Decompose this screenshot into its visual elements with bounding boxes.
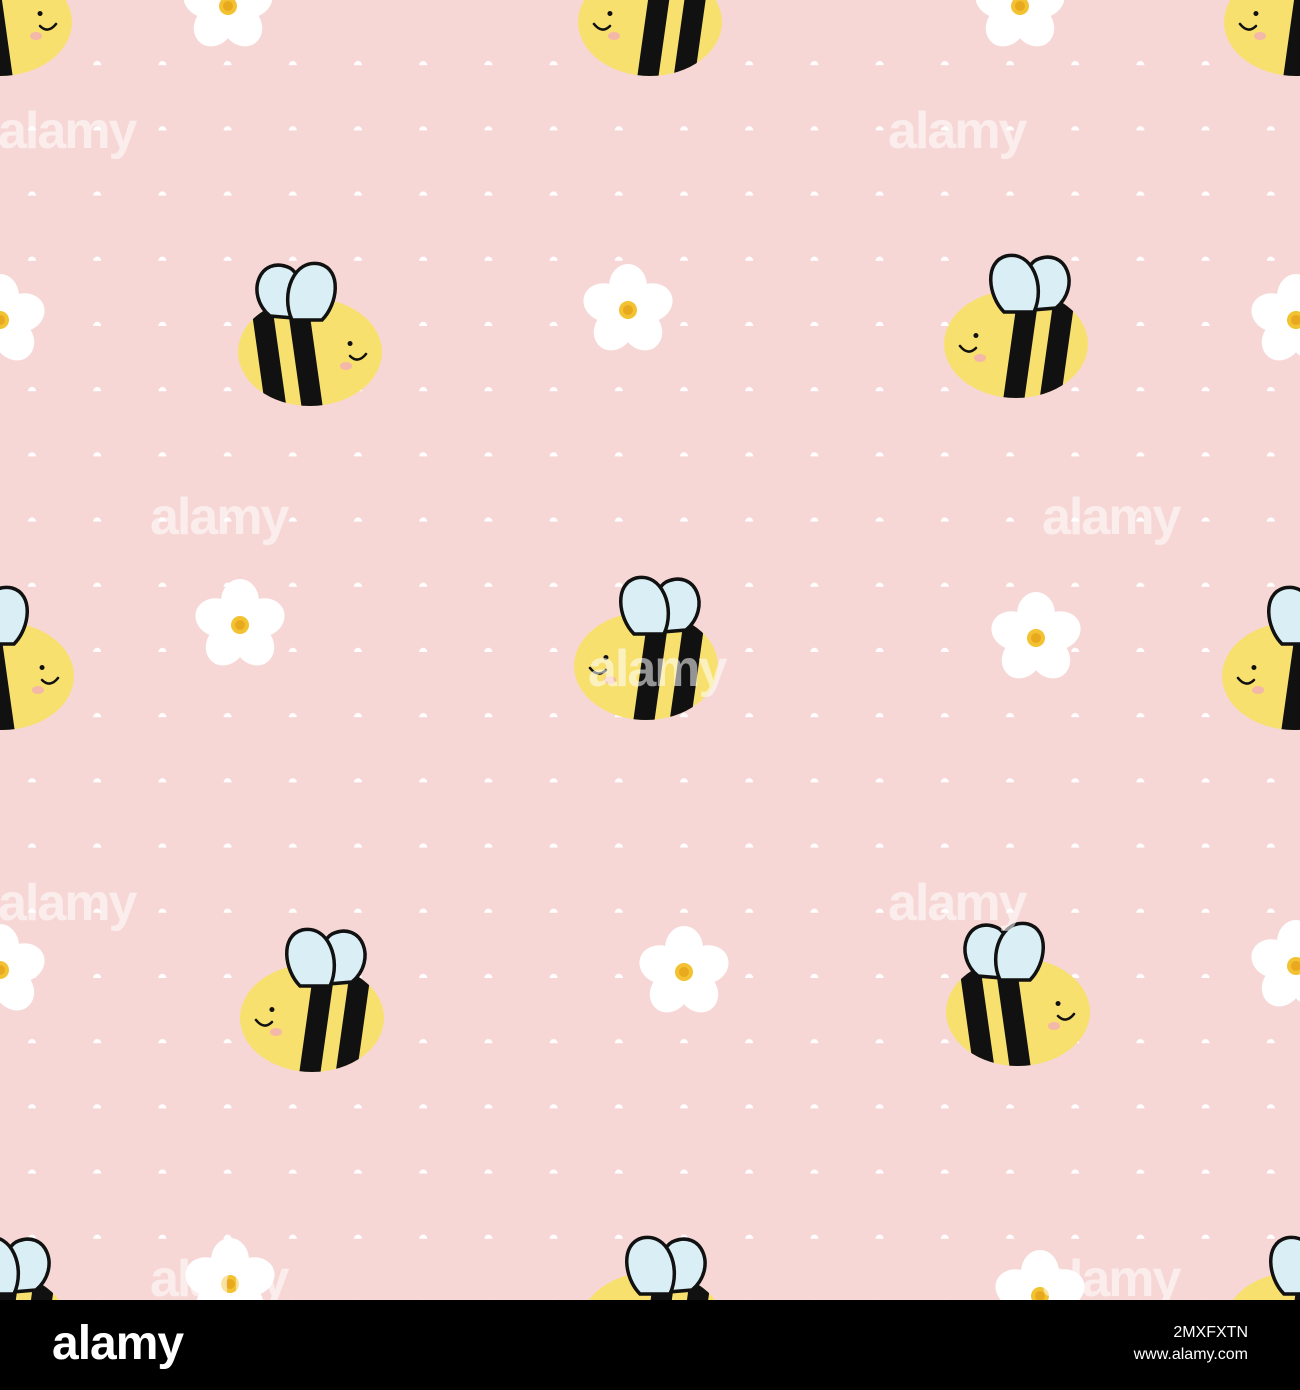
- pattern-svg: alamy alamy alamy alamy alamy alamy alam…: [0, 0, 1300, 1300]
- watermark-text: alamy: [150, 488, 290, 546]
- watermark-text: alamy: [0, 874, 138, 932]
- watermark-text: alamy: [588, 640, 728, 698]
- watermark-text: alamy: [888, 874, 1028, 932]
- watermark-text: alamy: [0, 102, 138, 160]
- image-id: 2MXFXTN: [1173, 1324, 1248, 1341]
- watermark-text: alamy: [888, 102, 1028, 160]
- watermark-text: alamy: [1042, 1250, 1182, 1300]
- image-url: www.alamy.com: [1133, 1346, 1248, 1363]
- alamy-logo: alamy: [52, 1317, 184, 1370]
- watermark-text: alamy: [150, 1250, 290, 1300]
- pattern-canvas: alamy alamy alamy alamy alamy alamy alam…: [0, 0, 1300, 1300]
- image-meta: 2MXFXTN www.alamy.com: [1134, 1322, 1248, 1366]
- stock-footer-bar: alamy 2MXFXTN www.alamy.com: [0, 1300, 1300, 1390]
- watermark-text: alamy: [1042, 488, 1182, 546]
